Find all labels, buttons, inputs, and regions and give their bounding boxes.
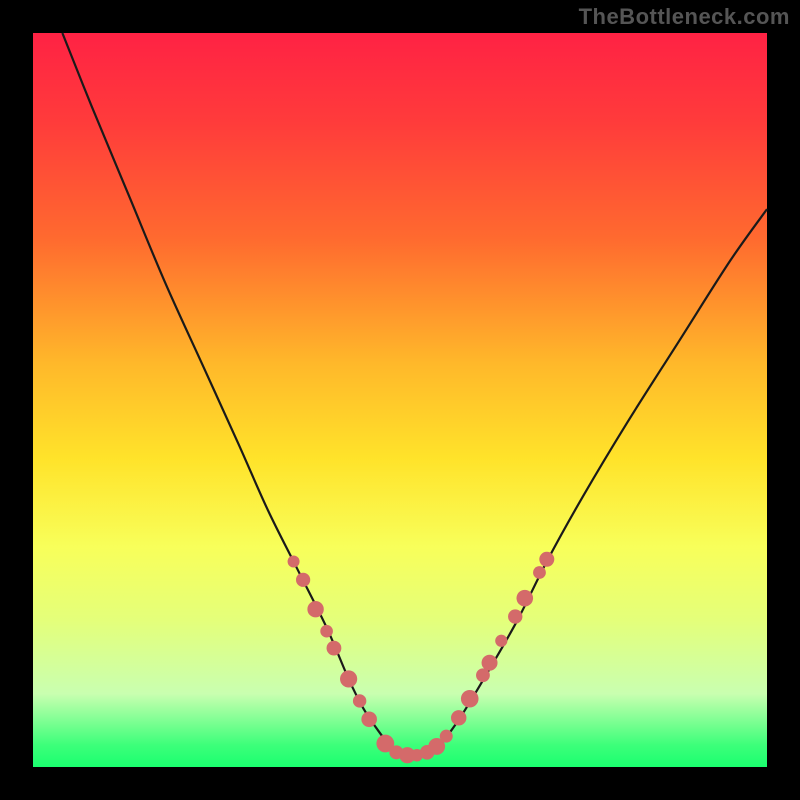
bottleneck-marker [320,625,333,638]
bottleneck-marker [340,670,357,687]
bottleneck-marker [440,730,453,743]
bottleneck-marker [533,566,546,579]
bottleneck-marker [482,655,498,671]
bottleneck-marker [451,710,466,725]
watermark-text: TheBottleneck.com [579,4,790,30]
bottleneck-marker [539,552,554,567]
bottleneck-marker [327,641,342,656]
bottleneck-marker [508,609,522,623]
bottleneck-curve [62,33,767,757]
bottleneck-marker [307,601,323,617]
bottleneck-marker [495,635,507,647]
marker-group [288,552,555,764]
bottleneck-marker [361,711,377,727]
curve-svg [33,33,767,767]
bottleneck-marker [353,694,366,707]
bottleneck-marker [461,690,479,708]
bottleneck-marker [288,555,300,567]
plot-area [33,33,767,767]
bottleneck-marker [296,573,310,587]
chart-frame: TheBottleneck.com [0,0,800,800]
bottleneck-marker [516,590,533,607]
